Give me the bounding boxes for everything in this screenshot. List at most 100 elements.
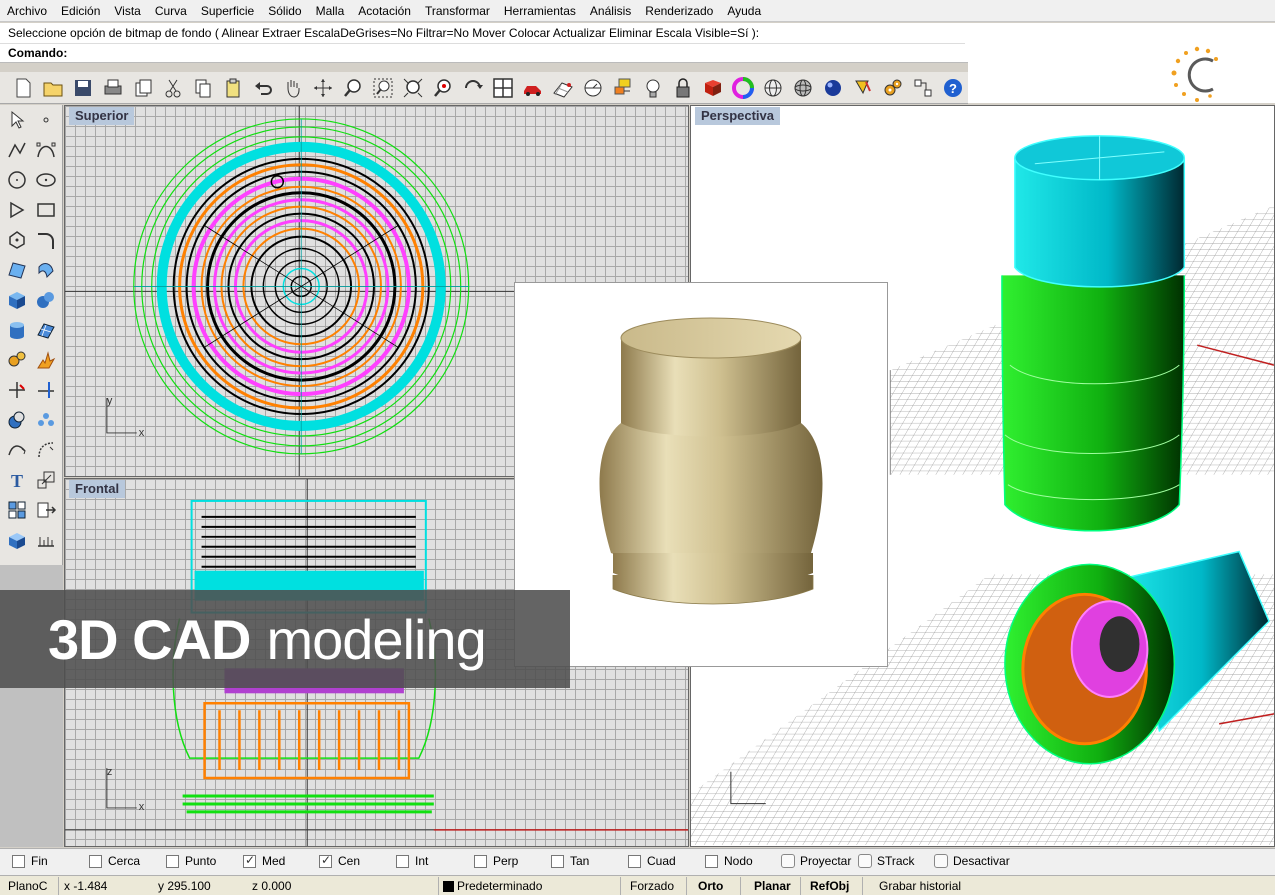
cylinder-solid-icon[interactable] [2, 316, 31, 344]
menu-archivo[interactable]: Archivo [0, 0, 54, 22]
circle-icon[interactable] [2, 166, 31, 194]
copy-icon[interactable] [188, 74, 218, 102]
zoom-extents-icon[interactable] [398, 74, 428, 102]
status-refobj[interactable]: RefObj [810, 879, 849, 893]
viewport-title-frontal[interactable]: Frontal [69, 480, 126, 498]
rotate-icon[interactable] [458, 74, 488, 102]
osnap-desactivar-toggle[interactable] [934, 854, 948, 868]
extrude-solid-icon[interactable] [2, 526, 31, 554]
curve-icon[interactable] [31, 136, 60, 164]
help-icon[interactable]: ? [938, 74, 968, 102]
menu-analisis[interactable]: Análisis [583, 0, 638, 22]
car-icon[interactable] [518, 74, 548, 102]
osnap-tan-checkbox[interactable] [551, 854, 564, 868]
menu-edicion[interactable]: Edición [54, 0, 107, 22]
light-bulb-icon[interactable] [638, 74, 668, 102]
viewport-title-perspectiva[interactable]: Perspectiva [695, 107, 780, 125]
menu-curva[interactable]: Curva [148, 0, 194, 22]
tools-icon[interactable] [908, 74, 938, 102]
grid-plane-icon[interactable] [548, 74, 578, 102]
boolean-union-icon[interactable] [2, 406, 31, 434]
dimension-ruler-icon[interactable] [31, 526, 60, 554]
settings-gears-icon[interactable] [878, 74, 908, 102]
menu-herramientas[interactable]: Herramientas [497, 0, 583, 22]
osnap-punto[interactable]: Punto [166, 854, 216, 868]
render-sphere-icon[interactable] [788, 74, 818, 102]
osnap-med-checkbox[interactable] [243, 853, 256, 868]
menu-vista[interactable]: Vista [107, 0, 147, 22]
osnap-cerca[interactable]: Cerca [89, 854, 140, 868]
osnap-nodo-checkbox[interactable] [705, 854, 718, 868]
status-layer[interactable]: Predeterminado [457, 879, 542, 893]
rendered-ball-icon[interactable] [818, 74, 848, 102]
status-orto[interactable]: Orto [698, 879, 723, 893]
viewport-title-superior[interactable]: Superior [69, 107, 135, 125]
osnap-cen[interactable]: Cen [319, 853, 360, 868]
paste-icon[interactable] [218, 74, 248, 102]
point-icon[interactable] [31, 106, 60, 134]
osnap-perp[interactable]: Perp [474, 854, 518, 868]
osnap-proyectar[interactable]: Proyectar [781, 854, 851, 868]
command-input[interactable] [75, 45, 945, 61]
save-icon[interactable] [68, 74, 98, 102]
explode-icon[interactable] [31, 346, 60, 374]
osnap-perp-checkbox[interactable] [474, 854, 487, 868]
osnap-tan[interactable]: Tan [551, 854, 589, 868]
mesh-plane-icon[interactable] [31, 316, 60, 344]
dimension-curve-icon[interactable] [31, 436, 60, 464]
menu-renderizado[interactable]: Renderizado [638, 0, 720, 22]
osnap-punto-checkbox[interactable] [166, 854, 179, 868]
new-file-icon[interactable] [8, 74, 38, 102]
osnap-proyectar-toggle[interactable] [781, 854, 795, 868]
osnap-strack-toggle[interactable] [858, 854, 872, 868]
polyline-icon[interactable] [2, 136, 31, 164]
undo-icon[interactable] [248, 74, 278, 102]
wireframe-sphere-icon[interactable] [758, 74, 788, 102]
rectangle-icon[interactable] [31, 196, 60, 224]
rotate-view-icon[interactable] [308, 74, 338, 102]
menu-ayuda[interactable]: Ayuda [720, 0, 768, 22]
cut-icon[interactable] [158, 74, 188, 102]
osnap-int[interactable]: Int [396, 854, 428, 868]
zoom-window-icon[interactable] [368, 74, 398, 102]
print-icon[interactable] [98, 74, 128, 102]
status-cplane[interactable]: PlanoC [8, 879, 47, 893]
transform-gears-icon[interactable] [2, 346, 31, 374]
paint-bucket-icon[interactable] [848, 74, 878, 102]
box-solid-icon[interactable] [2, 286, 31, 314]
status-planar[interactable]: Planar [754, 879, 791, 893]
split-icon[interactable] [31, 376, 60, 404]
open-folder-icon[interactable] [38, 74, 68, 102]
osnap-med[interactable]: Med [243, 853, 285, 868]
layer-icon[interactable] [608, 74, 638, 102]
group-icon[interactable] [2, 496, 31, 524]
sweep-surface-icon[interactable] [31, 256, 60, 284]
zoom-selected-icon[interactable] [428, 74, 458, 102]
osnap-nodo[interactable]: Nodo [705, 854, 753, 868]
menu-solido[interactable]: Sólido [261, 0, 308, 22]
menu-transformar[interactable]: Transformar [418, 0, 497, 22]
osnap-strack[interactable]: STrack [858, 854, 915, 868]
pan-hand-icon[interactable] [278, 74, 308, 102]
cplane-icon[interactable] [578, 74, 608, 102]
menu-superficie[interactable]: Superficie [194, 0, 261, 22]
menu-malla[interactable]: Malla [309, 0, 352, 22]
arc-icon[interactable] [2, 196, 31, 224]
osnap-cerca-checkbox[interactable] [89, 854, 102, 868]
copy-paste-icon[interactable] [128, 74, 158, 102]
status-forzado[interactable]: Forzado [630, 879, 674, 893]
sphere-solid-icon[interactable] [31, 286, 60, 314]
osnap-cuad[interactable]: Cuad [628, 854, 676, 868]
text-icon[interactable]: T [2, 466, 31, 494]
menu-acotacion[interactable]: Acotación [351, 0, 418, 22]
osnap-cen-checkbox[interactable] [319, 853, 332, 868]
surface-icon[interactable] [2, 256, 31, 284]
osnap-desactivar[interactable]: Desactivar [934, 854, 1010, 868]
fillet-curve-icon[interactable] [31, 226, 60, 254]
four-viewports-icon[interactable] [488, 74, 518, 102]
osnap-fin[interactable]: Fin [12, 854, 48, 868]
trim-icon[interactable] [2, 376, 31, 404]
array-icon[interactable] [31, 406, 60, 434]
ellipse-icon[interactable] [31, 166, 60, 194]
osnap-cuad-checkbox[interactable] [628, 854, 641, 868]
